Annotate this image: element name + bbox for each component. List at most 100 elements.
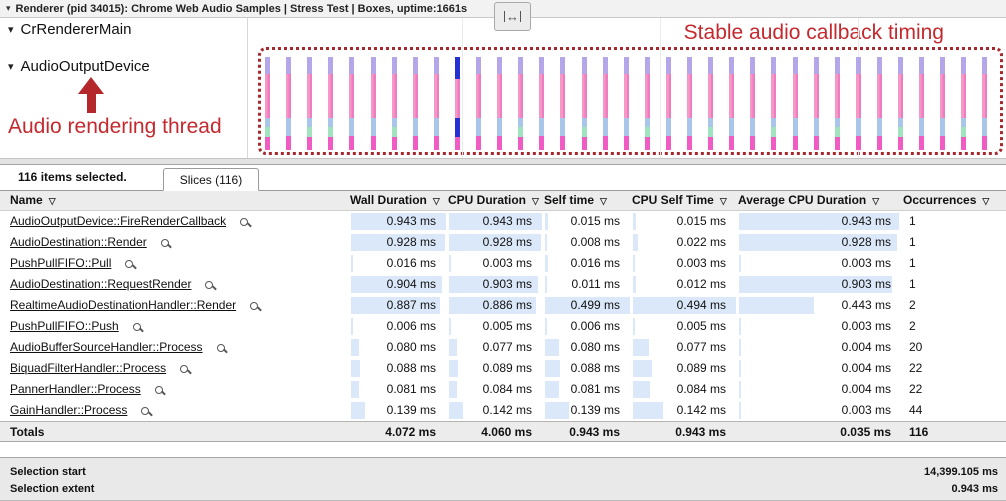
magnifier-icon[interactable] (205, 281, 213, 289)
table-row[interactable]: PannerHandler::Process0.081 ms0.084 ms0.… (0, 379, 1006, 400)
table-row[interactable]: AudioDestination::RequestRender0.904 ms0… (0, 274, 1006, 295)
timing-mode-button[interactable]: ↔ (494, 2, 531, 31)
magnifier-icon[interactable] (133, 323, 141, 331)
slice-name-link[interactable]: AudioDestination::RequestRender (10, 274, 191, 295)
audio-callback-slice[interactable] (919, 57, 924, 150)
column-header-name[interactable]: Name▽ (0, 191, 350, 211)
audio-callback-slice[interactable] (898, 57, 903, 150)
audio-callback-slice[interactable] (814, 57, 819, 150)
magnifier-icon[interactable] (217, 344, 225, 352)
slice-segment (771, 118, 776, 127)
sort-triangle-icon[interactable]: ▽ (600, 196, 607, 206)
sort-triangle-icon[interactable]: ▽ (433, 196, 440, 206)
duration-bar (633, 234, 638, 251)
column-header-wall[interactable]: Wall Duration▽ (350, 191, 448, 211)
audio-callback-slice[interactable] (349, 57, 354, 150)
slice-name-link[interactable]: RealtimeAudioDestinationHandler::Render (10, 295, 236, 316)
horizontal-splitter[interactable] (0, 158, 1006, 165)
duration-bar (449, 381, 457, 398)
audio-callback-slice[interactable] (286, 57, 291, 150)
audio-callback-slice[interactable] (793, 57, 798, 150)
column-header-occ[interactable]: Occurrences▽ (903, 191, 1006, 211)
table-row[interactable]: AudioOutputDevice::FireRenderCallback0.9… (0, 211, 1006, 232)
table-row[interactable]: GainHandler::Process0.139 ms0.142 ms0.13… (0, 400, 1006, 421)
duration-value: 0.006 ms (387, 319, 436, 333)
collapse-triangle-icon[interactable]: ▾ (8, 23, 14, 36)
audio-callback-slice[interactable] (265, 57, 270, 150)
audio-callback-slice[interactable] (835, 57, 840, 150)
timeline-track-canvas[interactable]: Stable audio callback timing (249, 18, 1006, 158)
audio-callback-slice[interactable] (476, 57, 481, 150)
slice-segment (560, 74, 565, 118)
audio-callback-slice[interactable] (856, 57, 861, 150)
column-header-cpu_self[interactable]: CPU Self Time▽ (632, 191, 738, 211)
audio-callback-slice[interactable] (434, 57, 439, 150)
audio-callback-slice[interactable] (518, 57, 523, 150)
slice-name-link[interactable]: PannerHandler::Process (10, 379, 141, 400)
audio-callback-slice[interactable] (455, 57, 460, 150)
slice-name-link[interactable]: AudioOutputDevice::FireRenderCallback (10, 211, 226, 232)
audio-callback-slice[interactable] (603, 57, 608, 150)
selection-info-panel: Selection start 14,399.105 ms Selection … (0, 457, 1006, 501)
magnifier-icon[interactable] (161, 239, 169, 247)
slice-name-link[interactable]: PushPullFIFO::Push (10, 316, 119, 337)
column-header-avg[interactable]: Average CPU Duration▽ (738, 191, 903, 211)
magnifier-icon[interactable] (155, 386, 163, 394)
audio-callback-slice[interactable] (708, 57, 713, 150)
magnifier-icon[interactable] (180, 365, 188, 373)
audio-callback-slice[interactable] (771, 57, 776, 150)
collapse-triangle-icon[interactable]: ▾ (6, 3, 11, 14)
table-row[interactable]: AudioDestination::Render0.928 ms0.928 ms… (0, 232, 1006, 253)
column-header-self[interactable]: Self time▽ (544, 191, 632, 211)
audio-callback-slice[interactable] (750, 57, 755, 150)
slice-segment (455, 137, 460, 150)
collapse-triangle-icon[interactable]: ▾ (8, 60, 14, 73)
table-row[interactable]: RealtimeAudioDestinationHandler::Render0… (0, 295, 1006, 316)
table-row[interactable]: AudioBufferSourceHandler::Process0.080 m… (0, 337, 1006, 358)
audio-callback-slice[interactable] (371, 57, 376, 150)
sort-triangle-icon[interactable]: ▽ (532, 196, 539, 206)
audio-callback-slice[interactable] (328, 57, 333, 150)
audio-callback-slice[interactable] (624, 57, 629, 150)
sort-triangle-icon[interactable]: ▽ (49, 196, 56, 206)
audio-callback-slice[interactable] (413, 57, 418, 150)
audio-callback-slice[interactable] (539, 57, 544, 150)
magnifier-icon[interactable] (141, 407, 149, 415)
slice-segment (582, 127, 587, 137)
audio-callback-slice[interactable] (582, 57, 587, 150)
slice-segment (940, 57, 945, 74)
audio-callback-slice[interactable] (961, 57, 966, 150)
sort-triangle-icon[interactable]: ▽ (982, 196, 989, 206)
sort-triangle-icon[interactable]: ▽ (872, 196, 879, 206)
thread-row-crrenderermain[interactable]: ▾ CrRendererMain (8, 21, 131, 38)
audio-callback-slice[interactable] (560, 57, 565, 150)
audio-callback-slice[interactable] (497, 57, 502, 150)
audio-callback-slice[interactable] (940, 57, 945, 150)
thread-row-audiooutputdevice[interactable]: ▾ AudioOutputDevice (8, 58, 150, 75)
magnifier-icon[interactable] (125, 260, 133, 268)
slice-name-link[interactable]: AudioDestination::Render (10, 232, 147, 253)
audio-callback-slice[interactable] (307, 57, 312, 150)
audio-callback-slice[interactable] (645, 57, 650, 150)
slice-name-link[interactable]: PushPullFIFO::Pull (10, 253, 111, 274)
magnifier-icon[interactable] (250, 302, 258, 310)
audio-callback-slice[interactable] (666, 57, 671, 150)
table-row[interactable]: PushPullFIFO::Pull0.016 ms0.003 ms0.016 … (0, 253, 1006, 274)
audio-callback-slice[interactable] (729, 57, 734, 150)
slice-name-link[interactable]: GainHandler::Process (10, 400, 127, 421)
duration-value: 0.008 ms (571, 235, 620, 249)
slice-name-link[interactable]: AudioBufferSourceHandler::Process (10, 337, 203, 358)
slice-segment (750, 118, 755, 136)
duration-cell: 0.003 ms (738, 400, 903, 421)
sort-triangle-icon[interactable]: ▽ (720, 196, 727, 206)
audio-callback-slice[interactable] (687, 57, 692, 150)
tab-slices[interactable]: Slices (116) (163, 168, 259, 191)
magnifier-icon[interactable] (240, 218, 248, 226)
table-row[interactable]: BiquadFilterHandler::Process0.088 ms0.08… (0, 358, 1006, 379)
column-header-cpu[interactable]: CPU Duration▽ (448, 191, 544, 211)
audio-callback-slice[interactable] (877, 57, 882, 150)
table-row[interactable]: PushPullFIFO::Push0.006 ms0.005 ms0.006 … (0, 316, 1006, 337)
audio-callback-slice[interactable] (392, 57, 397, 150)
audio-callback-slice[interactable] (982, 57, 987, 150)
slice-name-link[interactable]: BiquadFilterHandler::Process (10, 358, 166, 379)
